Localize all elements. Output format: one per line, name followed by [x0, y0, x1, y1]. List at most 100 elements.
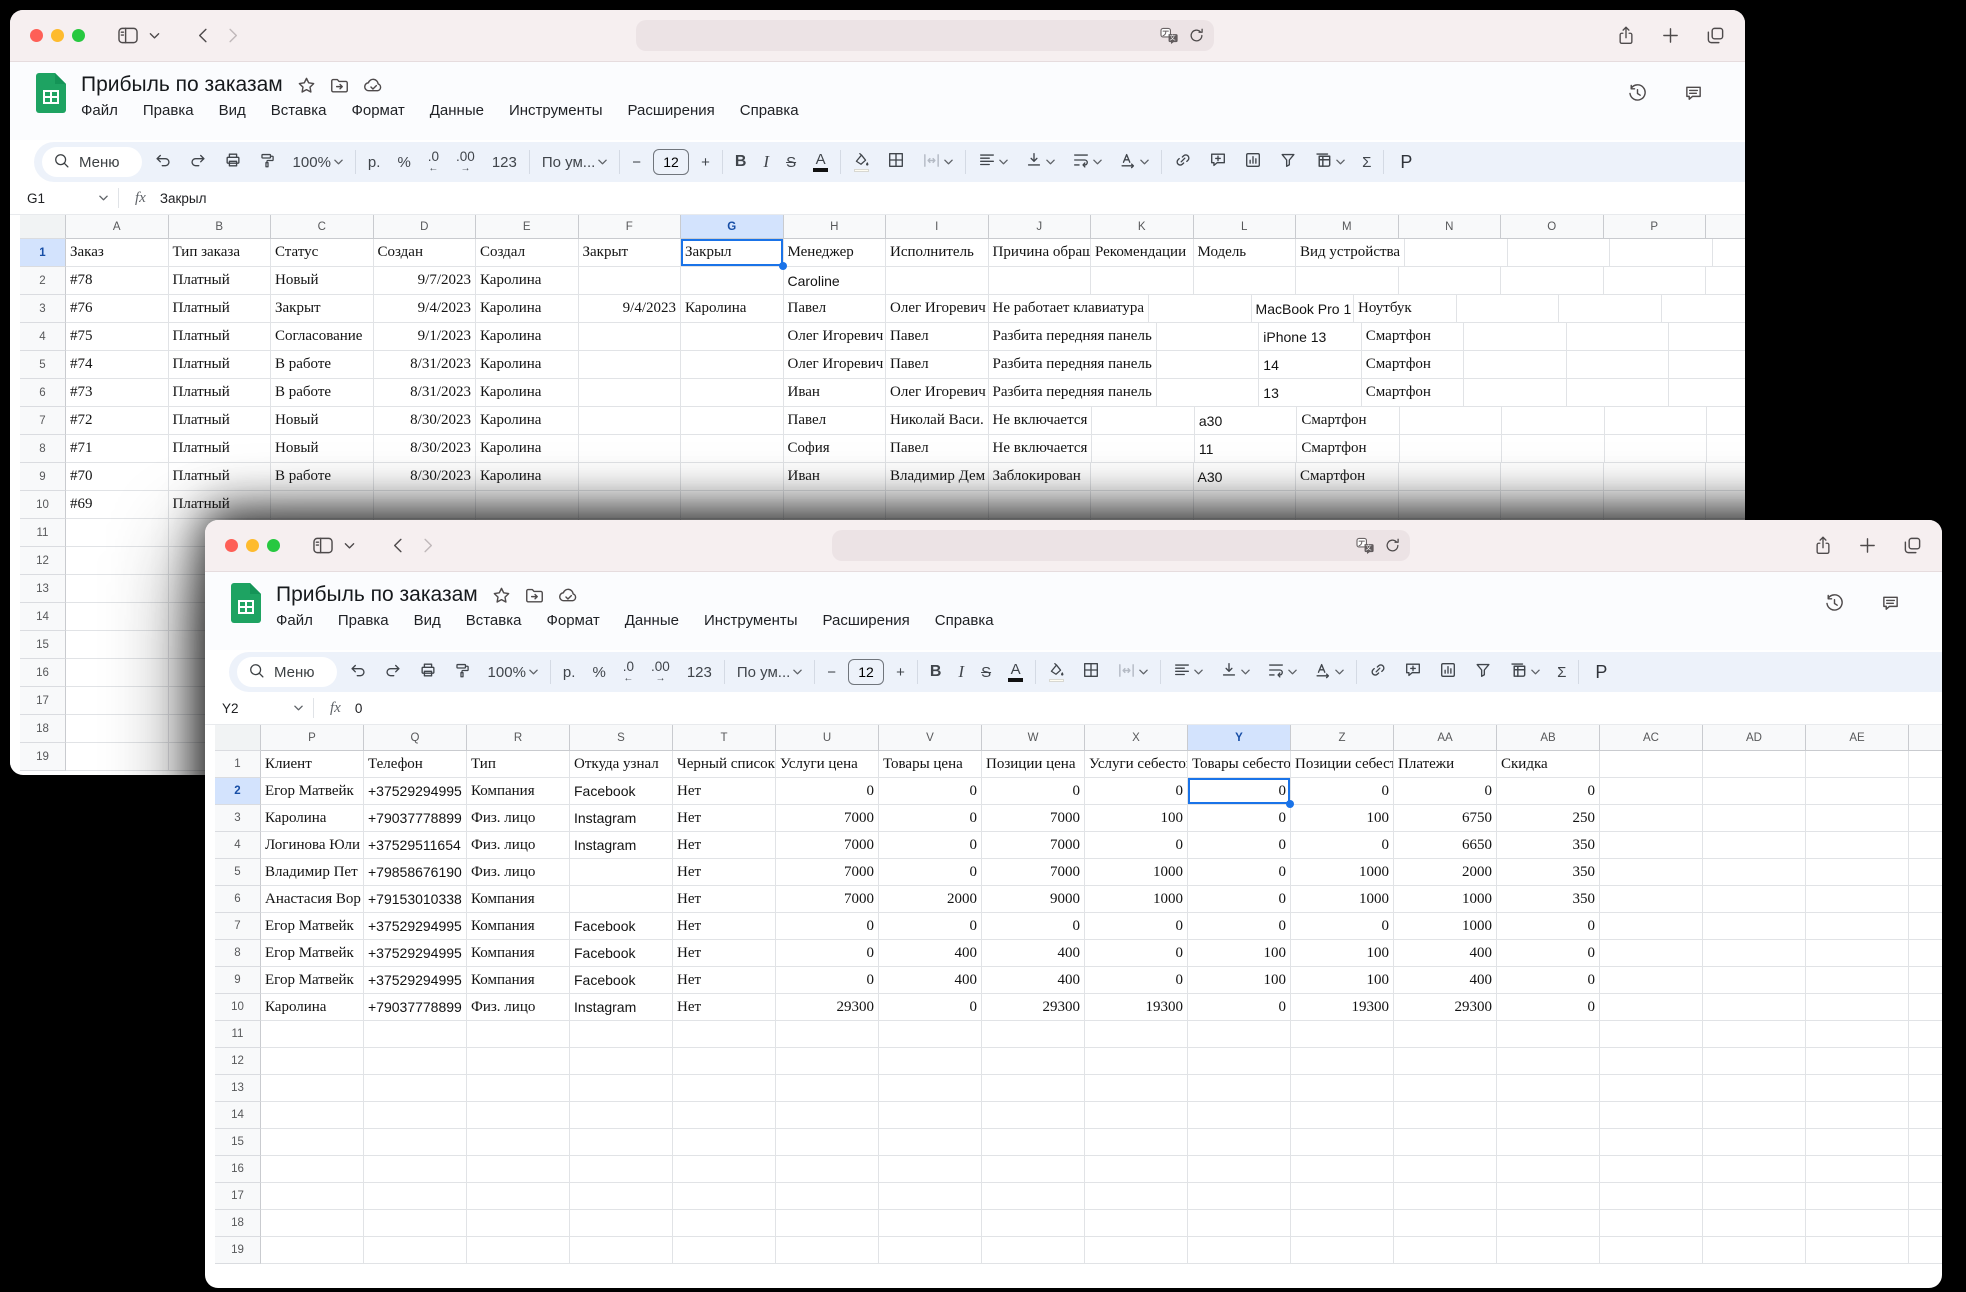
- column-header-AA[interactable]: AA: [1394, 725, 1497, 751]
- cell-B3[interactable]: Платный: [169, 295, 272, 323]
- cell-U8[interactable]: 0: [776, 940, 879, 967]
- cell-R3[interactable]: Физ. лицо: [467, 805, 570, 832]
- menu-item[interactable]: Расширения: [628, 102, 715, 119]
- cell-B7[interactable]: Платный: [169, 407, 272, 435]
- cell-L9[interactable]: A30: [1194, 463, 1297, 491]
- cell-O1[interactable]: [1508, 239, 1611, 267]
- cell-A10[interactable]: #69: [66, 491, 169, 519]
- menu-item[interactable]: Вид: [414, 612, 441, 629]
- cell-I10[interactable]: [886, 491, 989, 519]
- column-header-AB[interactable]: AB: [1497, 725, 1600, 751]
- cell-AC14[interactable]: [1600, 1102, 1703, 1129]
- cell-AB16[interactable]: [1497, 1156, 1600, 1183]
- insert-link-button[interactable]: [1364, 658, 1392, 686]
- cell-W3[interactable]: 7000: [982, 805, 1085, 832]
- cell-AC9[interactable]: [1600, 967, 1703, 994]
- cell-S3[interactable]: Instagram: [570, 805, 673, 832]
- cell-C9[interactable]: В работе: [271, 463, 374, 491]
- cell-Q17[interactable]: [364, 1183, 467, 1210]
- cell-B4[interactable]: Платный: [169, 323, 272, 351]
- cell-R10[interactable]: Физ. лицо: [467, 994, 570, 1021]
- cell-A8[interactable]: #71: [66, 435, 169, 463]
- cell-L4[interactable]: iPhone 13: [1259, 323, 1362, 351]
- font-size-input[interactable]: 12: [848, 659, 884, 685]
- cell-D4[interactable]: 9/1/2023: [374, 323, 477, 351]
- menu-item[interactable]: Данные: [625, 612, 679, 629]
- select-all-corner[interactable]: [215, 725, 261, 751]
- cell-AD11[interactable]: [1703, 1021, 1806, 1048]
- cell-AE11[interactable]: [1806, 1021, 1909, 1048]
- close-button[interactable]: [225, 539, 238, 552]
- cell-V8[interactable]: 400: [879, 940, 982, 967]
- menu-item[interactable]: Справка: [740, 102, 799, 119]
- column-header-A[interactable]: A: [66, 215, 169, 239]
- cell-V12[interactable]: [879, 1048, 982, 1075]
- cell-A2[interactable]: #78: [66, 267, 169, 295]
- cell-P18[interactable]: [261, 1210, 364, 1237]
- column-header-N[interactable]: N: [1399, 215, 1502, 239]
- cell-Q14[interactable]: [364, 1102, 467, 1129]
- row-header-7[interactable]: 7: [215, 913, 261, 940]
- sidebar-toggle-icon[interactable]: [117, 26, 139, 45]
- cell-AE1[interactable]: [1806, 751, 1909, 778]
- cell-R17[interactable]: [467, 1183, 570, 1210]
- cell-K7[interactable]: [1092, 407, 1195, 435]
- cell-N4[interactable]: [1464, 323, 1567, 351]
- cell-V17[interactable]: [879, 1183, 982, 1210]
- cell-X2[interactable]: 0: [1085, 778, 1188, 805]
- cell-A5[interactable]: #74: [66, 351, 169, 379]
- cell-AE16[interactable]: [1806, 1156, 1909, 1183]
- cell-AC10[interactable]: [1600, 994, 1703, 1021]
- cell-J9[interactable]: Заблокирован: [989, 463, 1092, 491]
- cell-AA3[interactable]: 6750: [1394, 805, 1497, 832]
- column-header-T[interactable]: T: [673, 725, 776, 751]
- cell-B9[interactable]: Платный: [169, 463, 272, 491]
- cell-Y3[interactable]: 0: [1188, 805, 1291, 832]
- cell-C2[interactable]: Новый: [271, 267, 374, 295]
- minimize-button[interactable]: [246, 539, 259, 552]
- cell-R7[interactable]: Компания: [467, 913, 570, 940]
- cell-W8[interactable]: 400: [982, 940, 1085, 967]
- cell-X3[interactable]: 100: [1085, 805, 1188, 832]
- star-icon[interactable]: [492, 586, 511, 605]
- cell-D9[interactable]: 8/30/2023: [374, 463, 477, 491]
- strikethrough-button[interactable]: S: [781, 151, 801, 174]
- cell-P8[interactable]: [1605, 435, 1708, 463]
- column-header-H[interactable]: H: [784, 215, 887, 239]
- increase-font-size[interactable]: +: [891, 661, 910, 684]
- cell-S10[interactable]: Instagram: [570, 994, 673, 1021]
- cell-AF15[interactable]: [1909, 1129, 1942, 1156]
- doc-title[interactable]: Прибыль по заказам: [81, 73, 283, 97]
- nav-back-icon[interactable]: [389, 536, 408, 555]
- filter-button[interactable]: [1469, 658, 1497, 686]
- cell-AE3[interactable]: [1806, 805, 1909, 832]
- cell-Z9[interactable]: 100: [1291, 967, 1394, 994]
- cell-Z2[interactable]: 0: [1291, 778, 1394, 805]
- cell-B1[interactable]: Тип заказа: [169, 239, 272, 267]
- cell-V19[interactable]: [879, 1237, 982, 1264]
- cell-I4[interactable]: Павел: [886, 323, 989, 351]
- cell-U10[interactable]: 29300: [776, 994, 879, 1021]
- new-tab-icon[interactable]: [1661, 26, 1680, 45]
- cell-Y15[interactable]: [1188, 1129, 1291, 1156]
- cell-W16[interactable]: [982, 1156, 1085, 1183]
- column-header-M[interactable]: M: [1296, 215, 1399, 239]
- menu-item[interactable]: Правка: [143, 102, 194, 119]
- menu-item[interactable]: Файл: [276, 612, 313, 629]
- column-header-C[interactable]: C: [271, 215, 374, 239]
- row-header-17[interactable]: 17: [20, 687, 66, 715]
- row-header-14[interactable]: 14: [20, 603, 66, 631]
- cell-S2[interactable]: Facebook: [570, 778, 673, 805]
- cell-AD10[interactable]: [1703, 994, 1806, 1021]
- cell-H6[interactable]: Иван: [784, 379, 887, 407]
- column-header-K[interactable]: K: [1091, 215, 1194, 239]
- cell-O10[interactable]: [1501, 491, 1604, 519]
- comments-icon[interactable]: [1881, 594, 1900, 613]
- cell-AC6[interactable]: [1600, 886, 1703, 913]
- format-percent[interactable]: %: [587, 661, 610, 684]
- row-header-9[interactable]: 9: [215, 967, 261, 994]
- cell-R12[interactable]: [467, 1048, 570, 1075]
- row-header-19[interactable]: 19: [215, 1237, 261, 1264]
- name-box[interactable]: Y2: [205, 701, 313, 716]
- cell-Y5[interactable]: 0: [1188, 859, 1291, 886]
